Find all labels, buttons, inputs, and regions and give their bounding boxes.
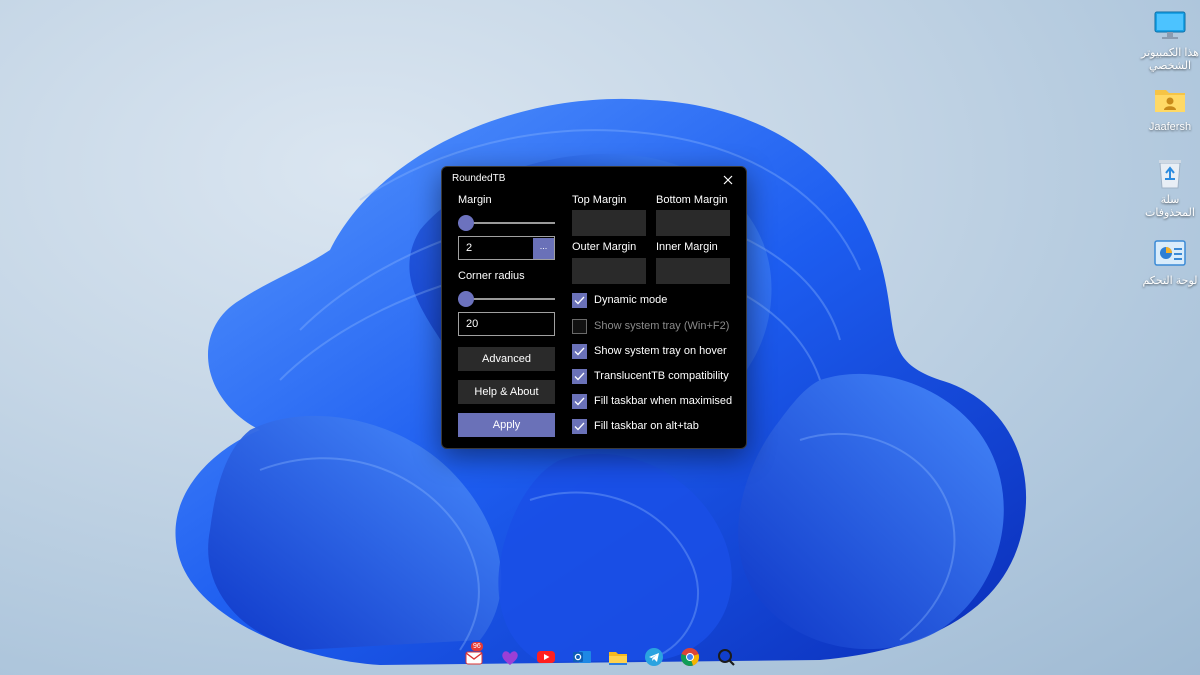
margin-slider[interactable] bbox=[458, 215, 555, 231]
corner-radius-input[interactable]: 20 bbox=[458, 312, 555, 336]
apply-button[interactable]: Apply bbox=[458, 413, 555, 437]
checkbox[interactable] bbox=[572, 418, 587, 434]
roundedtb-window: RoundedTB Margin 2 ... Corner radius 20 … bbox=[441, 166, 747, 449]
checkmark-icon bbox=[574, 372, 585, 380]
corner-radius-value: 20 bbox=[466, 318, 479, 330]
checkbox[interactable] bbox=[572, 393, 587, 409]
notification-badge: 96 bbox=[471, 642, 483, 651]
user-folder-icon bbox=[1155, 90, 1185, 112]
outer-margin-label: Outer Margin bbox=[572, 241, 637, 253]
chrome-icon[interactable] bbox=[679, 646, 701, 668]
youtube-icon[interactable] bbox=[535, 646, 557, 668]
option-label: Fill taskbar on alt+tab bbox=[594, 420, 699, 432]
outer-margin-field[interactable] bbox=[572, 258, 646, 284]
advanced-button[interactable]: Advanced bbox=[458, 347, 555, 371]
close-icon bbox=[723, 175, 733, 185]
option-label: Dynamic mode bbox=[594, 294, 668, 306]
checkbox[interactable] bbox=[572, 318, 587, 334]
slider-thumb[interactable] bbox=[458, 215, 474, 231]
top-margin-label: Top Margin bbox=[572, 194, 627, 206]
margin-input[interactable]: 2 ... bbox=[458, 236, 555, 260]
option-label: TranslucentTB compatibility bbox=[594, 370, 729, 382]
checkmark-icon bbox=[574, 397, 585, 405]
bottom-margin-field[interactable] bbox=[656, 210, 730, 236]
mail-app-icon[interactable]: 96 bbox=[463, 642, 485, 668]
show-system-tray-option[interactable]: Show system tray (Win+F2) bbox=[572, 318, 729, 334]
recycle-bin-icon bbox=[1159, 160, 1181, 189]
slider-thumb[interactable] bbox=[458, 291, 474, 307]
telegram-icon[interactable] bbox=[643, 646, 665, 668]
margin-label: Margin bbox=[458, 194, 492, 206]
checkmark-icon bbox=[574, 296, 585, 304]
file-explorer-icon[interactable] bbox=[607, 646, 629, 668]
desktop-icon-label: هذا الكمبيوتر الشخصي bbox=[1141, 47, 1199, 72]
checkbox[interactable] bbox=[572, 292, 587, 308]
desktop-icon-label: سلة المحذوفات bbox=[1145, 194, 1195, 219]
inner-margin-label: Inner Margin bbox=[656, 241, 718, 253]
control-panel-icon bbox=[1154, 240, 1186, 266]
option-label: Fill taskbar when maximised bbox=[594, 395, 733, 407]
outlook-icon[interactable] bbox=[571, 646, 593, 668]
bottom-margin-label: Bottom Margin bbox=[656, 194, 728, 206]
search-icon[interactable] bbox=[715, 646, 737, 668]
fill-on-alt-tab-option[interactable]: Fill taskbar on alt+tab bbox=[572, 418, 699, 434]
top-margin-field[interactable] bbox=[572, 210, 646, 236]
taskbar: 96 bbox=[463, 642, 737, 670]
margin-value: 2 bbox=[466, 242, 473, 254]
inner-margin-field[interactable] bbox=[656, 258, 730, 284]
checkbox[interactable] bbox=[572, 343, 587, 359]
help-about-button[interactable]: Help & About bbox=[458, 380, 555, 404]
desktop-icon-user-folder[interactable]: Jaafersh bbox=[1135, 82, 1200, 134]
checkmark-icon bbox=[574, 347, 585, 355]
translucenttb-option[interactable]: TranslucentTB compatibility bbox=[572, 368, 729, 384]
desktop-icon-label: لوحة التحكم bbox=[1142, 275, 1198, 287]
checkmark-icon bbox=[574, 422, 585, 430]
dynamic-mode-option[interactable]: Dynamic mode bbox=[572, 292, 667, 308]
desktop-icon-recycle-bin[interactable]: سلة المحذوفات bbox=[1135, 155, 1200, 220]
monitor-icon bbox=[1154, 11, 1186, 39]
desktop-icon-label: Jaafersh bbox=[1148, 121, 1192, 133]
fill-when-maximised-option[interactable]: Fill taskbar when maximised bbox=[572, 393, 732, 409]
option-label: Show system tray on hover bbox=[594, 345, 727, 357]
heart-app-icon[interactable] bbox=[499, 646, 521, 668]
corner-radius-label: Corner radius bbox=[458, 270, 525, 282]
close-button[interactable] bbox=[716, 170, 740, 190]
margin-browse-button[interactable]: ... bbox=[533, 238, 554, 259]
desktop-icon-control-panel[interactable]: لوحة التحكم bbox=[1135, 236, 1200, 288]
desktop-icon-this-pc[interactable]: هذا الكمبيوتر الشخصي bbox=[1135, 8, 1200, 73]
tray-on-hover-option[interactable]: Show system tray on hover bbox=[572, 343, 727, 359]
checkbox[interactable] bbox=[572, 368, 587, 384]
corner-radius-slider[interactable] bbox=[458, 291, 555, 307]
window-title: RoundedTB bbox=[452, 173, 506, 184]
option-label: Show system tray (Win+F2) bbox=[594, 320, 730, 332]
title-bar[interactable]: RoundedTB bbox=[442, 167, 746, 191]
